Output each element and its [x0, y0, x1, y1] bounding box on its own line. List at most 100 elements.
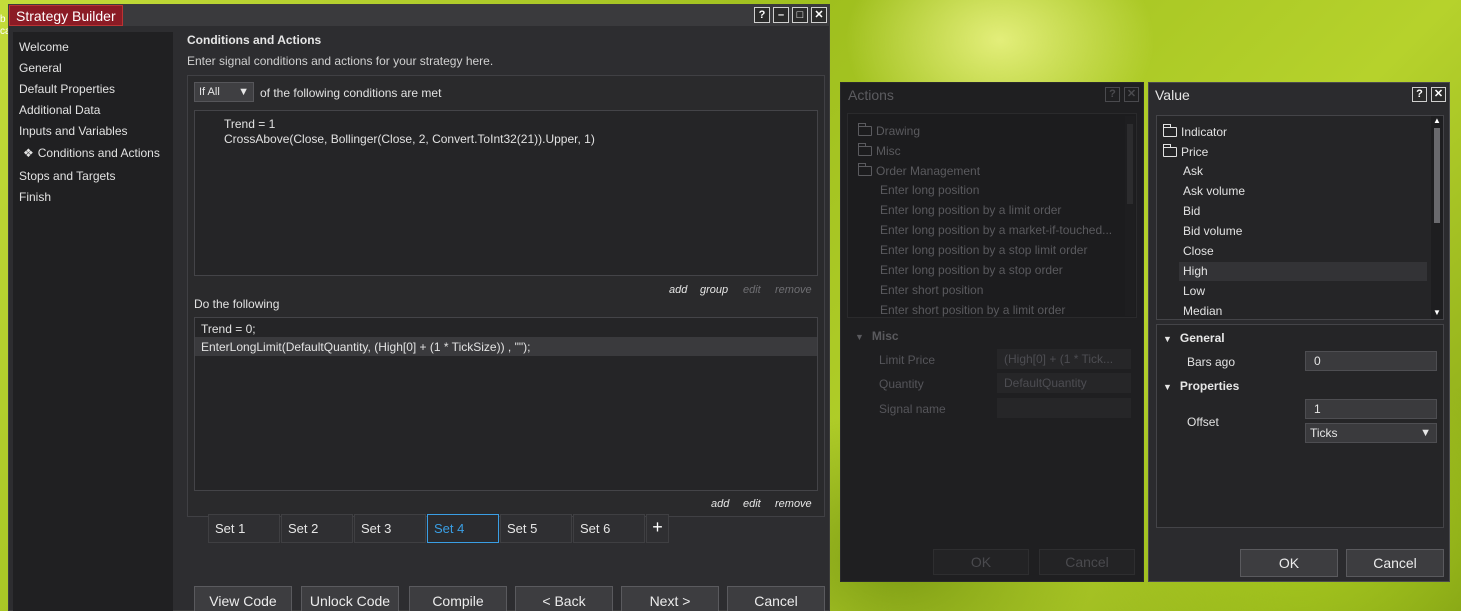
tree-item[interactable]: Enter long position by a stop order: [880, 263, 1063, 277]
remove-condition-link[interactable]: remove: [775, 284, 812, 296]
tree-item[interactable]: Close: [1183, 244, 1214, 258]
condition-line[interactable]: CrossAbove(Close, Bollinger(Close, 2, Co…: [224, 132, 595, 146]
group-condition-link[interactable]: group: [700, 284, 728, 296]
general-section-header[interactable]: ▼ General: [1163, 331, 1225, 345]
folder-open-icon: [1163, 144, 1177, 157]
property-label: Limit Price: [879, 353, 936, 367]
tree-item[interactable]: Enter short position: [880, 283, 983, 297]
condition-line[interactable]: Trend = 1: [224, 117, 275, 131]
tab-set-3[interactable]: Set 3: [354, 514, 426, 543]
condition-mode-suffix: of the following conditions are met: [260, 86, 442, 100]
tree-item[interactable]: Enter long position by a stop limit orde…: [880, 243, 1087, 257]
strategy-builder-window: Strategy Builder ? – □ ✕ Welcome General…: [8, 4, 830, 611]
folder-icon: [1163, 124, 1177, 137]
compile-button[interactable]: Compile: [409, 586, 507, 611]
help-button[interactable]: ?: [1412, 87, 1427, 102]
help-button[interactable]: ?: [754, 7, 770, 23]
tab-set-2[interactable]: Set 2: [281, 514, 353, 543]
collapse-triangle-icon: ▼: [855, 332, 864, 342]
edit-condition-link[interactable]: edit: [743, 284, 761, 296]
ok-button[interactable]: OK: [1240, 549, 1338, 577]
tree-item[interactable]: Bid volume: [1183, 224, 1242, 238]
actions-list[interactable]: Trend = 0; EnterLongLimit(DefaultQuantit…: [194, 317, 818, 491]
quantity-field[interactable]: DefaultQuantity: [997, 373, 1131, 393]
remove-action-link[interactable]: remove: [775, 498, 812, 510]
back-button[interactable]: < Back: [515, 586, 613, 611]
active-marker-icon: ❖: [23, 146, 34, 160]
tree-item[interactable]: Median: [1183, 304, 1222, 318]
add-set-button[interactable]: +: [646, 514, 669, 543]
ok-button[interactable]: OK: [933, 549, 1029, 575]
actions-label: Do the following: [194, 297, 280, 311]
scrollbar[interactable]: [1125, 116, 1135, 316]
value-tree[interactable]: Indicator Price Ask Ask volume Bid Bid v…: [1156, 115, 1444, 320]
unlock-code-button[interactable]: Unlock Code: [301, 586, 399, 611]
tab-set-5[interactable]: Set 5: [500, 514, 572, 543]
tree-item[interactable]: Enter long position by a limit order: [880, 203, 1061, 217]
sidebar-item-welcome[interactable]: Welcome: [19, 40, 69, 54]
limit-price-field[interactable]: (High[0] + (1 * Tick...: [997, 349, 1131, 369]
view-code-button[interactable]: View Code: [194, 586, 292, 611]
sidebar-item-default-properties[interactable]: Default Properties: [19, 82, 115, 96]
sidebar-item-finish[interactable]: Finish: [19, 190, 51, 204]
tree-item[interactable]: Low: [1183, 284, 1205, 298]
add-action-link[interactable]: add: [711, 498, 729, 510]
sidebar-item-inputs-and-variables[interactable]: Inputs and Variables: [19, 124, 128, 138]
tree-folder-label: Drawing: [876, 124, 921, 138]
tree-folder-indicator[interactable]: Indicator: [1163, 124, 1228, 139]
action-line[interactable]: Trend = 0;: [201, 322, 256, 336]
scrollbar[interactable]: ▲ ▼: [1431, 116, 1443, 319]
help-button[interactable]: ?: [1105, 87, 1120, 102]
offset-label: Offset: [1187, 415, 1219, 429]
tree-folder-label: Indicator: [1181, 125, 1228, 139]
tree-item[interactable]: Ask: [1183, 164, 1203, 178]
sidebar-item-stops-and-targets[interactable]: Stops and Targets: [19, 169, 116, 183]
sidebar-item-general[interactable]: General: [19, 61, 62, 75]
scroll-down-arrow-icon[interactable]: ▼: [1433, 308, 1441, 317]
cancel-button[interactable]: Cancel: [1039, 549, 1135, 575]
tree-item[interactable]: Enter short position by a limit order: [880, 303, 1065, 317]
sidebar-item-conditions-and-actions[interactable]: ❖ Conditions and Actions: [23, 146, 160, 160]
close-button[interactable]: ✕: [1431, 87, 1446, 102]
minimize-button[interactable]: –: [773, 7, 789, 23]
tree-item[interactable]: Ask volume: [1183, 184, 1245, 198]
signal-name-field[interactable]: [997, 398, 1131, 418]
offset-unit-select[interactable]: Ticks ▼: [1305, 423, 1437, 443]
action-line[interactable]: EnterLongLimit(DefaultQuantity, (High[0]…: [201, 340, 530, 354]
tree-folder-misc[interactable]: Misc: [858, 143, 901, 158]
add-condition-link[interactable]: add: [669, 284, 687, 296]
actions-window: Actions ? ✕ Drawing Misc Order Managemen…: [840, 82, 1144, 582]
property-label: Signal name: [879, 402, 946, 416]
tab-set-1[interactable]: Set 1: [208, 514, 280, 543]
cancel-button[interactable]: Cancel: [727, 586, 825, 611]
properties-section-header[interactable]: ▼ Properties: [1163, 379, 1239, 393]
bars-ago-field[interactable]: 0: [1305, 351, 1437, 371]
scrollbar-thumb[interactable]: [1434, 128, 1440, 223]
edit-action-link[interactable]: edit: [743, 498, 761, 510]
scrollbar-thumb[interactable]: [1127, 124, 1133, 204]
condition-mode-select[interactable]: If All ▼: [194, 82, 254, 102]
tree-folder-drawing[interactable]: Drawing: [858, 123, 921, 138]
tree-item[interactable]: Bid: [1183, 204, 1200, 218]
conditions-list[interactable]: Trend = 1 CrossAbove(Close, Bollinger(Cl…: [194, 110, 818, 276]
offset-field[interactable]: 1: [1305, 399, 1437, 419]
tree-item[interactable]: Enter long position by a market-if-touch…: [880, 223, 1112, 237]
sidebar-item-additional-data[interactable]: Additional Data: [19, 103, 100, 117]
close-button[interactable]: ✕: [1124, 87, 1139, 102]
tree-item-selected[interactable]: High: [1183, 264, 1208, 278]
tree-folder-order-management[interactable]: Order Management: [858, 163, 980, 178]
scroll-up-arrow-icon[interactable]: ▲: [1433, 116, 1441, 125]
tab-set-6[interactable]: Set 6: [573, 514, 645, 543]
close-button[interactable]: ✕: [811, 7, 827, 23]
page-title: Conditions and Actions: [187, 33, 322, 47]
collapse-triangle-icon: ▼: [1163, 382, 1172, 392]
maximize-button[interactable]: □: [792, 7, 808, 23]
next-button[interactable]: Next >: [621, 586, 719, 611]
actions-tree[interactable]: Drawing Misc Order Management Enter long…: [847, 113, 1137, 318]
tree-item[interactable]: Enter long position: [880, 183, 979, 197]
tree-folder-label: Price: [1181, 145, 1209, 159]
misc-section-header[interactable]: ▼ Misc: [855, 329, 899, 343]
tab-set-4[interactable]: Set 4: [427, 514, 499, 543]
tree-folder-price[interactable]: Price: [1163, 144, 1209, 159]
cancel-button[interactable]: Cancel: [1346, 549, 1444, 577]
